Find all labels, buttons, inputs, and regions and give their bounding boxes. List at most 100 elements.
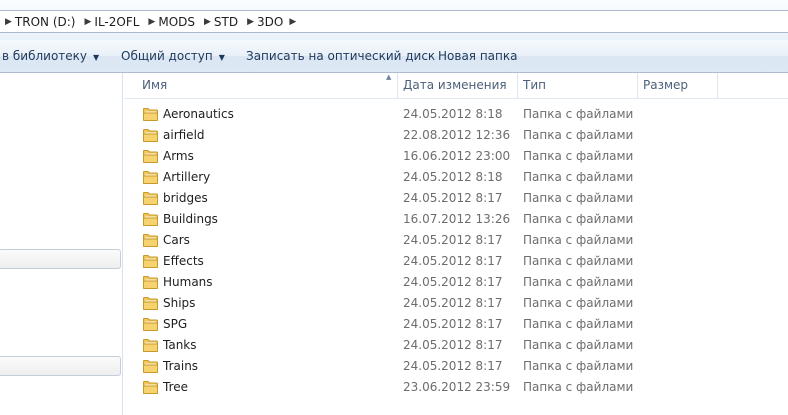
file-date: 24.05.2012 8:17 xyxy=(403,338,503,352)
share-label: Общий доступ xyxy=(121,49,213,63)
file-date: 23.06.2012 23:59 xyxy=(403,380,511,394)
folder-icon xyxy=(143,318,158,331)
file-date: 24.05.2012 8:18 xyxy=(403,107,503,121)
folder-icon xyxy=(143,171,158,184)
command-bar: в библиотеку ▼ Общий доступ ▼ Записать на … xyxy=(0,40,788,73)
table-row[interactable]: Humans 24.05.2012 8:17 Папка с файлами xyxy=(124,272,788,293)
breadcrumb-label: IL-2OFL xyxy=(94,14,140,29)
file-date: 24.05.2012 8:17 xyxy=(403,254,503,268)
folder-icon xyxy=(143,255,158,268)
folder-icon xyxy=(143,150,158,163)
file-name[interactable]: Trains xyxy=(163,356,198,377)
chevron-right-icon[interactable]: ▶ xyxy=(204,17,211,27)
file-type: Папка с файлами xyxy=(523,296,634,310)
breadcrumb-label: MODS xyxy=(158,14,195,29)
file-name[interactable]: Ships xyxy=(163,293,195,314)
table-row[interactable]: Cars 24.05.2012 8:17 Папка с файлами xyxy=(124,230,788,251)
new-folder-button[interactable]: Новая папка xyxy=(438,40,517,72)
file-date: 24.05.2012 8:17 xyxy=(403,275,503,289)
table-row[interactable]: bridges 24.05.2012 8:17 Папка с файлами xyxy=(124,188,788,209)
share-button[interactable]: Общий доступ ▼ xyxy=(121,40,225,72)
chevron-right-icon[interactable]: ▶ xyxy=(5,17,12,27)
chevron-right-icon[interactable]: ▶ xyxy=(289,17,296,27)
file-date: 24.05.2012 8:17 xyxy=(403,317,503,331)
file-name[interactable]: Effects xyxy=(163,251,204,272)
file-type: Папка с файлами xyxy=(523,380,634,394)
nav-item-hover[interactable] xyxy=(0,249,121,269)
file-name[interactable]: Cars xyxy=(163,230,190,251)
file-type: Папка с файлами xyxy=(523,128,634,142)
column-header-name[interactable]: Имя xyxy=(136,73,396,98)
nav-item-selected[interactable] xyxy=(0,356,121,376)
folder-icon xyxy=(143,234,158,247)
file-name[interactable]: Artillery xyxy=(163,167,210,188)
breadcrumb-item-std[interactable]: ▶ STD xyxy=(199,11,242,32)
file-date: 22.08.2012 12:36 xyxy=(403,128,511,142)
file-name[interactable]: airfield xyxy=(163,125,205,146)
column-header-date[interactable]: Дата изменения xyxy=(397,73,517,98)
file-date: 24.05.2012 8:17 xyxy=(403,296,503,310)
sort-up-icon: ▲ xyxy=(386,73,392,81)
file-name[interactable]: Buildings xyxy=(163,209,218,230)
file-date: 24.05.2012 8:17 xyxy=(403,359,503,373)
table-row[interactable]: Tree 23.06.2012 23:59 Папка с файлами xyxy=(124,377,788,398)
burn-disc-label: Записать на оптический диск xyxy=(246,49,436,63)
file-type: Папка с файлами xyxy=(523,317,634,331)
breadcrumb-item-mods[interactable]: ▶ MODS xyxy=(143,11,199,32)
file-date: 24.05.2012 8:18 xyxy=(403,170,503,184)
file-type: Папка с файлами xyxy=(523,275,634,289)
breadcrumb-item-drive[interactable]: ▶ TRON (D:) xyxy=(0,11,79,32)
navigation-pane[interactable] xyxy=(0,73,123,415)
file-name[interactable]: Arms xyxy=(163,146,194,167)
triangle-down-icon: ▼ xyxy=(218,53,225,62)
triangle-down-icon: ▼ xyxy=(93,53,100,62)
chevron-right-icon[interactable]: ▶ xyxy=(247,17,254,27)
column-header-size[interactable]: Размер xyxy=(637,73,717,98)
file-type: Папка с файлами xyxy=(523,107,634,121)
add-to-library-button[interactable]: в библиотеку ▼ xyxy=(2,40,99,72)
table-row[interactable]: Ships 24.05.2012 8:17 Папка с файлами xyxy=(124,293,788,314)
file-name[interactable]: SPG xyxy=(163,314,187,335)
folder-icon xyxy=(143,129,158,142)
folder-icon xyxy=(143,360,158,373)
file-date: 16.07.2012 13:26 xyxy=(403,212,511,226)
file-name[interactable]: bridges xyxy=(163,188,208,209)
file-type: Папка с файлами xyxy=(523,170,634,184)
table-row[interactable]: SPG 24.05.2012 8:17 Папка с файлами xyxy=(124,314,788,335)
chevron-right-icon[interactable]: ▶ xyxy=(84,17,91,27)
breadcrumb[interactable]: ▶ TRON (D:) ▶ IL-2OFL ▶ MODS ▶ STD ▶ 3DO… xyxy=(0,10,788,33)
address-bar: ▶ TRON (D:) ▶ IL-2OFL ▶ MODS ▶ STD ▶ 3DO… xyxy=(0,0,788,40)
table-row[interactable]: Arms 16.06.2012 23:00 Папка с файлами xyxy=(124,146,788,167)
breadcrumb-item-il2ofl[interactable]: ▶ IL-2OFL xyxy=(79,11,143,32)
folder-icon xyxy=(143,192,158,205)
file-type: Папка с файлами xyxy=(523,149,634,163)
burn-disc-button[interactable]: Записать на оптический диск xyxy=(246,40,435,72)
file-type: Папка с файлами xyxy=(523,233,634,247)
file-type: Папка с файлами xyxy=(523,212,634,226)
table-row[interactable]: Effects 24.05.2012 8:17 Папка с файлами xyxy=(124,251,788,272)
table-row[interactable]: Tanks 24.05.2012 8:17 Папка с файлами xyxy=(124,335,788,356)
file-date: 16.06.2012 23:00 xyxy=(403,149,511,163)
table-row[interactable]: Buildings 16.07.2012 13:26 Папка с файлами xyxy=(124,209,788,230)
breadcrumb-item-3do[interactable]: ▶ 3DO ▶ xyxy=(242,11,303,32)
folder-icon xyxy=(143,276,158,289)
column-divider[interactable] xyxy=(717,73,718,98)
file-type: Папка с файлами xyxy=(523,338,634,352)
folder-icon xyxy=(143,297,158,310)
folder-icon xyxy=(143,108,158,121)
table-row[interactable]: airfield 22.08.2012 12:36 Папка с файлами xyxy=(124,125,788,146)
chevron-right-icon[interactable]: ▶ xyxy=(148,17,155,27)
file-type: Папка с файлами xyxy=(523,191,634,205)
file-date: 24.05.2012 8:17 xyxy=(403,191,503,205)
file-name[interactable]: Tree xyxy=(163,377,188,398)
table-row[interactable]: Aeronautics 24.05.2012 8:18 Папка с файлам… xyxy=(124,104,788,125)
file-type: Папка с файлами xyxy=(523,359,634,373)
file-name[interactable]: Tanks xyxy=(163,335,197,356)
table-row[interactable]: Trains 24.05.2012 8:17 Папка с файлами xyxy=(124,356,788,377)
column-header-type[interactable]: Тип xyxy=(517,73,637,98)
file-name[interactable]: Humans xyxy=(163,272,213,293)
table-row[interactable]: Artillery 24.05.2012 8:18 Папка с файлами xyxy=(124,167,788,188)
file-name[interactable]: Aeronautics xyxy=(163,104,234,125)
folder-icon xyxy=(143,213,158,226)
file-type: Папка с файлами xyxy=(523,254,634,268)
